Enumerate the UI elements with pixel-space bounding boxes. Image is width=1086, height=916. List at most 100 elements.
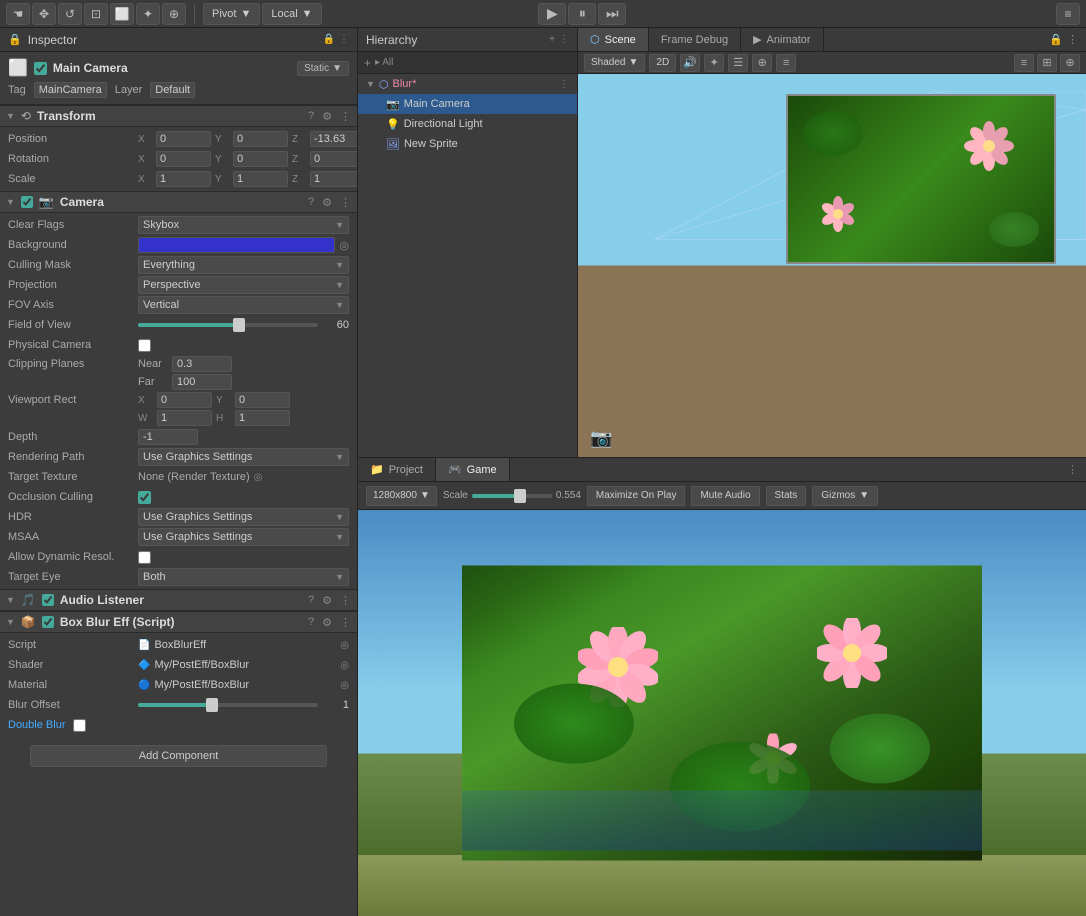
inspector-lock-btn[interactable]: 🔒 <box>323 34 335 45</box>
scale-slider[interactable] <box>472 494 552 498</box>
projection-select[interactable]: Perspective ▼ <box>138 276 349 294</box>
transform-menu-icon[interactable]: ⋮ <box>340 110 351 123</box>
game-tab-game[interactable]: 🎮 Game <box>436 458 510 481</box>
scene-gizmos-btn[interactable]: ⊕ <box>752 54 772 72</box>
resolution-select[interactable]: 1280x800 ▼ <box>366 486 437 506</box>
far-input[interactable] <box>172 374 232 390</box>
game-tab-project[interactable]: 📁 Project <box>358 458 436 481</box>
camera-enabled-checkbox[interactable] <box>21 196 33 208</box>
allow-dynamic-checkbox[interactable] <box>138 551 151 564</box>
camera-help-icon[interactable]: ? <box>308 196 314 209</box>
blur-offset-track[interactable] <box>138 703 318 707</box>
camera-menu-icon[interactable]: ⋮ <box>340 196 351 209</box>
vp-x-input[interactable] <box>157 392 212 408</box>
fov-slider-thumb[interactable] <box>233 318 245 332</box>
audio-listener-menu-icon[interactable]: ⋮ <box>340 594 351 607</box>
rect-tool-button[interactable]: ⬜ <box>110 3 134 25</box>
msaa-select[interactable]: Use Graphics Settings ▼ <box>138 528 349 546</box>
scene-r2-btn[interactable]: ⊞ <box>1037 54 1057 72</box>
rotation-z[interactable] <box>310 151 358 167</box>
box-blur-menu-icon[interactable]: ⋮ <box>340 616 351 629</box>
box-blur-section-header[interactable]: ▼ 📦 Box Blur Eff (Script) ? ⚙ ⋮ <box>0 611 357 633</box>
fov-slider-track[interactable] <box>138 323 318 327</box>
hierarchy-item-main-camera[interactable]: 📷 Main Camera <box>358 94 577 114</box>
scene-tab-animator[interactable]: ▶ Animator <box>741 28 824 51</box>
material-select-icon[interactable]: ◎ <box>340 680 349 691</box>
double-blur-checkbox[interactable] <box>73 719 86 732</box>
audio-listener-section-header[interactable]: ▼ 🎵 Audio Listener ? ⚙ ⋮ <box>0 589 357 611</box>
transform-tool-button[interactable]: ✦ <box>136 3 160 25</box>
hierarchy-add-icon[interactable]: + <box>364 56 371 70</box>
camera-section-header[interactable]: ▼ 📷 Camera ? ⚙ ⋮ <box>0 191 357 213</box>
scale-y[interactable] <box>233 171 288 187</box>
rotation-x[interactable] <box>156 151 211 167</box>
mute-audio-button[interactable]: Mute Audio <box>691 486 759 506</box>
scene-tab-scene[interactable]: ⬡ Scene <box>578 28 649 51</box>
scene-extra-btn[interactable]: ≡ <box>776 54 796 72</box>
step-button[interactable]: ⏭ <box>598 3 626 25</box>
tag-select[interactable]: MainCamera <box>34 82 107 98</box>
pause-button[interactable]: ⏸ <box>568 3 596 25</box>
vp-h-input[interactable] <box>235 410 290 426</box>
options-button[interactable]: ≡ <box>1056 3 1080 25</box>
clear-flags-select[interactable]: Skybox ▼ <box>138 216 349 234</box>
scene-menu-icon[interactable]: ⋮ <box>1067 33 1078 46</box>
double-blur-link[interactable]: Double Blur <box>8 719 65 731</box>
scene-r3-btn[interactable]: ⊕ <box>1060 54 1080 72</box>
physical-camera-checkbox[interactable] <box>138 339 151 352</box>
vp-y-input[interactable] <box>235 392 290 408</box>
scene-r1-btn[interactable]: ≡ <box>1014 54 1034 72</box>
shaded-dropdown[interactable]: Shaded ▼ <box>584 54 645 72</box>
gizmos-button[interactable]: Gizmos ▼ <box>812 486 878 506</box>
audio-listener-help-icon[interactable]: ? <box>308 594 314 607</box>
blur-offset-thumb[interactable] <box>206 698 218 712</box>
play-button[interactable]: ▶ <box>538 3 566 25</box>
inspector-menu-btn[interactable]: ⋮ <box>339 34 349 45</box>
move-tool-button[interactable]: ✥ <box>32 3 56 25</box>
maximize-on-play-button[interactable]: Maximize On Play <box>587 486 686 506</box>
add-component-button[interactable]: Add Component <box>30 745 327 767</box>
scale-tool-button[interactable]: ⊡ <box>84 3 108 25</box>
position-z[interactable] <box>310 131 358 147</box>
hierarchy-item-blur[interactable]: ▼ ⬡ Blur* ⋮ <box>358 74 577 94</box>
blur-scene-menu[interactable]: ⋮ <box>559 79 569 90</box>
background-eyedropper-icon[interactable]: ◎ <box>339 239 349 252</box>
scene-tab-frame-debug[interactable]: Frame Debug <box>649 28 741 51</box>
culling-mask-select[interactable]: Everything ▼ <box>138 256 349 274</box>
audio-listener-enabled-checkbox[interactable] <box>42 594 54 606</box>
target-texture-select-icon[interactable]: ◎ <box>254 472 263 483</box>
hdr-select[interactable]: Use Graphics Settings ▼ <box>138 508 349 526</box>
depth-input[interactable] <box>138 429 198 445</box>
rendering-path-select[interactable]: Use Graphics Settings ▼ <box>138 448 349 466</box>
audio-listener-settings-icon[interactable]: ⚙ <box>322 594 332 607</box>
target-eye-select[interactable]: Both ▼ <box>138 568 349 586</box>
rotation-y[interactable] <box>233 151 288 167</box>
pivot-dropdown[interactable]: Pivot ▼ <box>203 3 260 25</box>
box-blur-enabled-checkbox[interactable] <box>42 616 54 628</box>
shader-select-icon[interactable]: ◎ <box>340 660 349 671</box>
position-y[interactable] <box>233 131 288 147</box>
transform-settings-icon[interactable]: ⚙ <box>322 110 332 123</box>
go-active-checkbox[interactable] <box>34 62 47 75</box>
stats-button[interactable]: Stats <box>766 486 807 506</box>
transform-help-icon[interactable]: ? <box>308 110 314 123</box>
game-tab-menu-icon[interactable]: ⋮ <box>1067 463 1078 476</box>
camera-settings-icon[interactable]: ⚙ <box>322 196 332 209</box>
scale-x[interactable] <box>156 171 211 187</box>
background-color-picker[interactable] <box>138 237 335 253</box>
hierarchy-item-new-sprite[interactable]: 🖼 New Sprite <box>358 134 577 154</box>
scene-effects-btn[interactable]: ✦ <box>704 54 724 72</box>
near-input[interactable] <box>172 356 232 372</box>
go-static-btn[interactable]: Static ▼ <box>297 61 349 76</box>
scene-lock-icon[interactable]: 🔒 <box>1049 33 1063 46</box>
scale-thumb[interactable] <box>514 489 526 503</box>
vp-w-input[interactable] <box>157 410 212 426</box>
box-blur-settings-icon[interactable]: ⚙ <box>322 616 332 629</box>
scene-overlay-btn[interactable]: ☰ <box>728 54 748 72</box>
hierarchy-menu-btn[interactable]: ⋮ <box>559 34 569 45</box>
2d-dropdown[interactable]: 2D <box>649 54 676 72</box>
scene-audio-btn[interactable]: 🔊 <box>680 54 700 72</box>
box-blur-help-icon[interactable]: ? <box>308 616 314 629</box>
scale-z[interactable] <box>310 171 358 187</box>
local-dropdown[interactable]: Local ▼ <box>262 3 321 25</box>
